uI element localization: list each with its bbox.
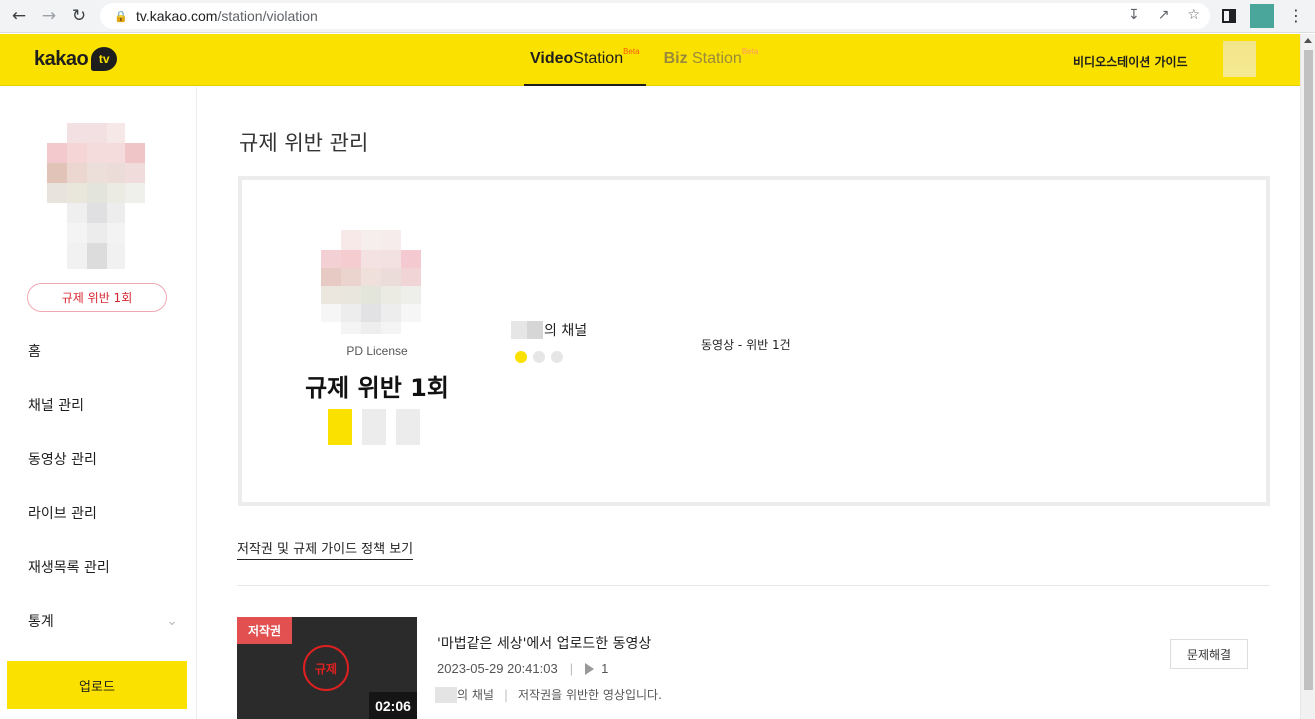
sidebar-item-stats[interactable]: 통계 ⌄ (28, 611, 178, 631)
forward-arrow-icon[interactable]: → (34, 1, 64, 31)
resolve-button[interactable]: 문제해결 (1170, 639, 1248, 669)
view-count: 1 (601, 661, 609, 676)
divider (237, 585, 1270, 586)
violation-description: 의 채널 | 저작권을 위반한 영상입니다. (435, 686, 662, 703)
kakao-tv-logo[interactable]: kakao tv (34, 47, 118, 71)
violation-reason: 저작권을 위반한 영상입니다. (517, 688, 662, 702)
station-tabs: VideoStationBeta Biz StationBeta (524, 34, 776, 86)
profile-avatar[interactable] (1250, 4, 1274, 28)
tab-biz-station[interactable]: Biz StationBeta (658, 34, 765, 86)
strike-bar-empty (362, 409, 386, 445)
url-text: tv.kakao.com/station/violation (136, 8, 318, 24)
license-avatar (321, 230, 431, 334)
reload-icon[interactable]: ↻ (64, 1, 94, 31)
video-thumbnail[interactable]: 저작권 규제 02:06 (237, 617, 417, 719)
back-arrow-icon[interactable]: ← (4, 1, 34, 31)
channel-name-redacted (435, 686, 457, 703)
strike-dot-active (515, 351, 527, 363)
lock-icon: 🔒 (114, 10, 128, 23)
tab-video-station[interactable]: VideoStationBeta (524, 34, 646, 86)
strike-bar-filled (328, 409, 352, 445)
sidebar-item-playlists[interactable]: 재생목록 관리 (28, 557, 178, 577)
channel-avatar (47, 123, 163, 269)
play-count-icon (585, 662, 595, 675)
side-panel-icon[interactable] (1222, 9, 1236, 23)
scroll-up-arrow-icon[interactable] (1304, 38, 1312, 43)
chevron-down-icon: ⌄ (166, 613, 178, 629)
upload-button[interactable]: 업로드 (7, 661, 187, 709)
violation-summary-card: PD License 규제 위반 1회 의 채널 동영상 - 위반 1건 (238, 176, 1270, 506)
install-icon[interactable]: ↧ (1128, 7, 1140, 23)
channel-strike-dots (515, 351, 563, 363)
video-title[interactable]: '마법같은 세상'에서 업로드한 동영상 (437, 633, 651, 653)
star-icon[interactable]: ☆ (1187, 7, 1200, 23)
main-content: 규제 위반 관리 PD License 규제 위반 1회 의 채널 동영상 - … (209, 87, 1300, 719)
address-bar[interactable]: 🔒 tv.kakao.com/station/violation ↧ ↗ ☆ (100, 3, 1210, 29)
violation-item: 저작권 규제 02:06 '마법같은 세상'에서 업로드한 동영상 2023-0… (237, 617, 1270, 719)
sidebar-item-videos[interactable]: 동영상 관리 (28, 449, 178, 469)
share-icon[interactable]: ↗ (1158, 7, 1170, 23)
strike-dot (551, 351, 563, 363)
page-scrollbar[interactable] (1300, 34, 1315, 719)
policy-guide-link[interactable]: 저작권 및 규제 가이드 정책 보기 (237, 538, 414, 560)
video-violation-count: 동영상 - 위반 1건 (701, 338, 791, 352)
browser-toolbar: ← → ↻ 🔒 tv.kakao.com/station/violation ↧… (0, 0, 1315, 33)
strike-dot (533, 351, 545, 363)
channel-name: 의 채널 (511, 320, 587, 340)
guide-link[interactable]: 비디오스테이션 가이드 (1073, 53, 1188, 70)
violation-badge[interactable]: 규제 위반 1회 (27, 283, 167, 312)
sidebar-item-home[interactable]: 홈 (28, 341, 178, 361)
site-header: kakao tv VideoStationBeta Biz StationBet… (0, 34, 1300, 86)
violation-count: 규제 위반 1회 (305, 374, 449, 402)
scrollbar-thumb[interactable] (1304, 50, 1313, 690)
video-datetime: 2023-05-29 20:41:03 (437, 661, 558, 676)
video-meta: 2023-05-29 20:41:03 | 1 (437, 661, 609, 676)
channel-name-redacted (511, 321, 543, 339)
video-duration: 02:06 (369, 692, 417, 719)
menu-kebab-icon[interactable]: ⋮ (1288, 8, 1304, 24)
restricted-stamp: 규제 (303, 645, 349, 691)
license-label: PD License (346, 344, 408, 358)
sidebar: 규제 위반 1회 홈 채널 관리 동영상 관리 라이브 관리 재생목록 관리 통… (0, 87, 197, 719)
license-strike-bars (328, 409, 420, 445)
sidebar-item-channel[interactable]: 채널 관리 (28, 395, 178, 415)
sidebar-item-live[interactable]: 라이브 관리 (28, 503, 178, 523)
page-title: 규제 위반 관리 (239, 131, 369, 155)
user-avatar[interactable] (1223, 41, 1256, 77)
strike-bar-empty (396, 409, 420, 445)
copyright-tag: 저작권 (237, 617, 292, 644)
